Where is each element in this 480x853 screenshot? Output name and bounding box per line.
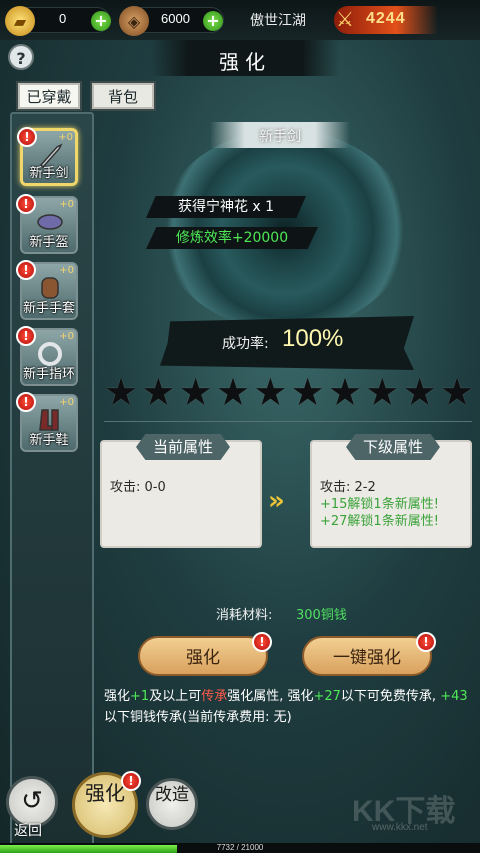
alert-badge: !: [16, 392, 36, 412]
tab-equipped[interactable]: 已穿戴: [16, 81, 82, 111]
coin-value: 6000: [161, 11, 190, 26]
copper-coin-icon: ◈: [119, 6, 149, 36]
star-icon: ★: [327, 370, 363, 414]
enhance-stars: ★ ★ ★ ★ ★ ★ ★ ★ ★ ★: [104, 370, 475, 414]
nav-reforge-label: 改造: [155, 785, 189, 805]
xp-text: 7732 / 21000: [216, 843, 264, 852]
alert-badge: !: [16, 260, 36, 280]
desc-level: +27: [313, 689, 341, 704]
cost-label: 消耗材料:: [216, 608, 273, 623]
reward-text-1: 获得宁神花 x 1: [146, 196, 306, 218]
add-coin-button[interactable]: +: [203, 11, 223, 31]
desc-level: +1: [130, 689, 150, 704]
equip-level: +0: [59, 397, 74, 408]
equip-slot-ring[interactable]: +0 新手指环 !: [16, 326, 78, 386]
gold-value: 0: [59, 11, 67, 26]
crossed-swords-icon: ⚔: [336, 7, 354, 31]
help-button[interactable]: ?: [8, 44, 34, 70]
equip-slot-boots[interactable]: +0 新手鞋 !: [16, 392, 78, 452]
inherit-link[interactable]: 传承: [201, 689, 227, 704]
reward-text-2: 修炼效率+20000: [146, 227, 318, 249]
gold-resource: ▰ 0 +: [5, 6, 111, 36]
enhance-button[interactable]: 强化 !: [138, 632, 272, 676]
equip-level: +0: [59, 331, 74, 342]
alert-badge: !: [121, 771, 141, 791]
double-chevron-icon: »: [268, 486, 285, 516]
one-click-enhance-button[interactable]: 一键强化 !: [302, 632, 436, 676]
success-rate-value: 100%: [282, 325, 344, 352]
one-click-enhance-label: 一键强化: [333, 648, 401, 668]
tab-backpack[interactable]: 背包: [90, 81, 156, 111]
star-icon: ★: [253, 370, 288, 414]
nav-enhance-label: 强化: [85, 781, 125, 805]
equip-name: 新手鞋: [29, 433, 69, 448]
next-attributes-card: 下级属性 攻击: 2-2 +15解锁1条新属性! +27解锁1条新属性!: [310, 434, 472, 548]
desc-part: 以下铜钱传承(当前传承费用: 无): [104, 710, 292, 725]
star-icon: ★: [290, 370, 325, 414]
equip-name: 新手手套: [22, 301, 75, 316]
equip-slot-helmet[interactable]: +0 新手盔 !: [16, 194, 78, 254]
nav-enhance[interactable]: 强化 !: [72, 771, 141, 838]
nav-reforge[interactable]: 改造: [146, 778, 198, 830]
alert-badge: !: [16, 326, 36, 346]
desc-part: 及以上可: [149, 689, 202, 704]
star-icon: ★: [402, 370, 437, 414]
alert-badge: !: [252, 632, 272, 652]
next-attributes-title: 下级属性: [346, 434, 440, 460]
equip-level: +0: [59, 199, 74, 210]
alert-badge: !: [17, 127, 37, 147]
back-arrow-icon: ↺: [21, 786, 43, 816]
cost-value: 300铜钱: [296, 608, 347, 623]
equip-slot-gloves[interactable]: +0 新手手套 !: [16, 260, 78, 320]
unlock-line-2: +27解锁1条新属性!: [320, 514, 439, 529]
success-rate-label: 成功率:: [222, 336, 269, 352]
server-name: 傲世江湖: [250, 13, 306, 29]
star-icon: ★: [215, 370, 251, 414]
coin-resource: ◈ 6000 +: [119, 6, 224, 36]
combat-power-value: 4244: [366, 10, 406, 27]
current-attack: 攻击: 0-0: [110, 480, 166, 495]
equip-slot-sword[interactable]: +0 新手剑 !: [17, 127, 78, 186]
item-name: 新手剑: [259, 129, 301, 145]
inherit-description: 强化+1及以上可传承强化属性, 强化+27以下可免费传承, +43 以下铜钱传承(…: [104, 686, 474, 728]
watermark-url: www.kkx.net: [372, 822, 428, 833]
combat-power: ⚔ 4244: [334, 6, 438, 34]
star-icon: ★: [439, 370, 475, 414]
star-icon: ★: [178, 370, 213, 414]
divider: [104, 421, 472, 422]
desc-part: 以下可免费传承,: [340, 689, 441, 704]
enhance-button-label: 强化: [186, 648, 220, 668]
equip-name: 新手盔: [29, 235, 69, 250]
star-icon: ★: [365, 370, 400, 414]
alert-badge: !: [16, 194, 36, 214]
current-attributes-card: 当前属性 攻击: 0-0: [100, 434, 262, 548]
equip-name: 新手指环: [22, 367, 75, 382]
desc-level: +43: [440, 689, 468, 704]
add-gold-button[interactable]: +: [91, 11, 111, 31]
gold-ingot-icon: ▰: [5, 6, 35, 36]
equip-name: 新手剑: [29, 166, 69, 181]
star-icon: ★: [104, 370, 139, 414]
current-attributes-title: 当前属性: [136, 434, 230, 460]
equip-level: +0: [59, 265, 74, 276]
equip-level: +0: [58, 132, 73, 143]
star-icon: ★: [141, 370, 176, 414]
back-label: 返回: [14, 823, 42, 839]
page-title: 强化: [219, 50, 271, 74]
desc-part: 强化: [104, 689, 131, 704]
desc-part: 强化属性, 强化: [227, 689, 314, 704]
alert-badge: !: [416, 632, 436, 652]
